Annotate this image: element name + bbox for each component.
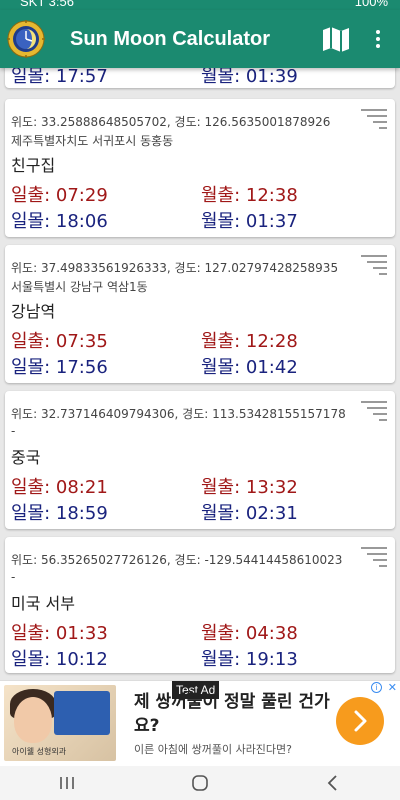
sort-menu-icon[interactable]: [361, 399, 387, 421]
moonset-time: 월몰: 01:42: [201, 357, 298, 378]
sort-menu-icon[interactable]: [361, 107, 387, 129]
recents-icon: [59, 777, 74, 789]
place-name: 친구집: [11, 156, 56, 175]
address: 서울특별시 강남구 역삼1동: [11, 280, 148, 294]
address: 제주특별자치도 서귀포시 동홍동: [11, 134, 174, 148]
address: -: [11, 570, 16, 584]
ad-info-icon[interactable]: i: [371, 682, 382, 693]
ad-thumb-caption: 아이웰 성형외과: [12, 747, 67, 756]
home-icon: [192, 775, 208, 791]
battery-level: 100%: [354, 0, 388, 9]
moonrise-time: 월출: 04:38: [201, 623, 298, 644]
sun-moon-logo-icon: [6, 19, 46, 59]
map-button[interactable]: [320, 23, 352, 55]
map-icon: [323, 27, 349, 52]
moonset-time: 월몰: 02:31: [201, 503, 298, 524]
ad-description: 이른 아침에 쌍꺼풀이 사라진다면?: [134, 743, 293, 756]
coordinates: 위도: 33.25888648505702, 경도: 126.563500187…: [11, 115, 331, 129]
more-options-button[interactable]: [366, 23, 390, 55]
more-dot-icon: [376, 37, 380, 41]
sunrise-time: 일출: 01:33: [11, 623, 108, 644]
chevron-right-icon: [354, 710, 367, 732]
location-card[interactable]: 위도: 56.35265027726126, 경도: -129.54414458…: [5, 537, 395, 673]
status-bar: SKT 3:56 100%: [0, 0, 400, 10]
sunset-time: 일몰: 10:12: [11, 649, 108, 670]
ad-open-button[interactable]: [336, 697, 384, 745]
location-card[interactable]: 위도: 37.49833561926333, 경도: 127.027974282…: [5, 245, 395, 383]
moonset-time: 월몰: 19:13: [201, 649, 298, 670]
app-bar: Sun Moon Calculator: [0, 10, 400, 68]
moonrise-time: 월출: 12:38: [201, 185, 298, 206]
location-card[interactable]: 위도: 33.25888648505702, 경도: 126.563500187…: [5, 99, 395, 237]
sunrise-time: 일출: 07:29: [11, 185, 108, 206]
sort-menu-icon[interactable]: [361, 545, 387, 567]
recent-apps-button[interactable]: [47, 769, 87, 797]
sunrise-time: 일출: 07:35: [11, 331, 108, 352]
app-title: Sun Moon Calculator: [70, 27, 270, 50]
sunset-time: 일몰: 18:06: [11, 211, 108, 232]
more-dot-icon: [376, 44, 380, 48]
ad-close-icon[interactable]: ✕: [388, 681, 397, 694]
moonset-time: 월몰: 01:37: [201, 211, 298, 232]
location-list[interactable]: 일몰: 17:57 월몰: 01:39 위도: 33.2588864850570…: [0, 0, 400, 680]
location-card[interactable]: 위도: 32.737146409794306, 경도: 113.53428155…: [5, 391, 395, 529]
back-button[interactable]: [313, 769, 353, 797]
ad-title[interactable]: 제 쌍꺼풀이 정말 풀린 건가요?: [134, 690, 344, 738]
carrier-time: SKT 3:56: [20, 0, 74, 9]
coordinates: 위도: 56.35265027726126, 경도: -129.54414458…: [11, 553, 343, 567]
sunrise-time: 일출: 08:21: [11, 477, 108, 498]
coordinates: 위도: 32.737146409794306, 경도: 113.53428155…: [11, 407, 346, 421]
home-button[interactable]: [180, 769, 220, 797]
sort-menu-icon[interactable]: [361, 253, 387, 275]
sunset-time: 일몰: 18:59: [11, 503, 108, 524]
coordinates: 위도: 37.49833561926333, 경도: 127.027974282…: [11, 261, 339, 275]
place-name: 미국 서부: [11, 594, 75, 613]
system-nav-bar: [0, 766, 400, 800]
address: -: [11, 424, 16, 438]
moonrise-time: 월출: 12:28: [201, 331, 298, 352]
ad-thumbnail[interactable]: 아이웰 성형외과: [4, 685, 116, 761]
more-dot-icon: [376, 30, 380, 34]
place-name: 중국: [11, 448, 41, 467]
sunset-time: 일몰: 17:56: [11, 357, 108, 378]
place-name: 강남역: [11, 302, 56, 321]
ad-banner[interactable]: 아이웰 성형외과 Test Ad 제 쌍꺼풀이 정말 풀린 건가요? 이른 아침…: [0, 680, 400, 766]
moonrise-time: 월출: 13:32: [201, 477, 298, 498]
back-icon: [328, 775, 337, 791]
